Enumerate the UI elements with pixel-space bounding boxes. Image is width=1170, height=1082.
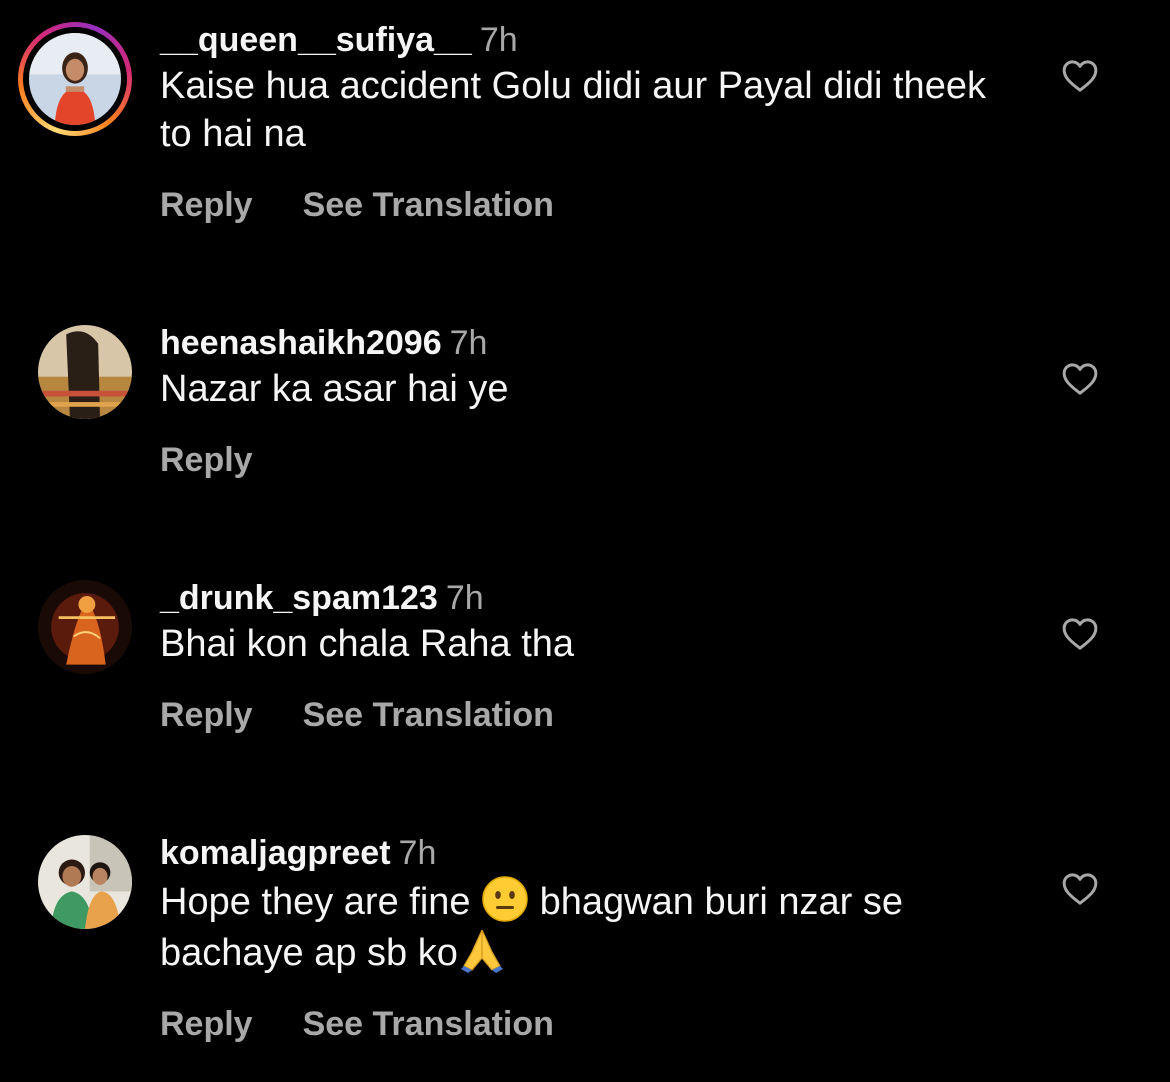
folded-hands-emoji bbox=[458, 926, 506, 974]
comments-list: __queen__sufiya__ 7h Kaise hua accident G… bbox=[0, 0, 1170, 1082]
heart-icon[interactable] bbox=[1060, 869, 1100, 909]
avatar[interactable] bbox=[29, 33, 121, 125]
avatar[interactable] bbox=[38, 580, 132, 674]
comment-text: Nazar ka asar hai ye bbox=[160, 368, 509, 410]
comment-text: Hope they are fine bhagwan buri nzar se … bbox=[160, 875, 1020, 977]
reply-button[interactable]: Reply bbox=[160, 441, 253, 479]
heart-icon[interactable] bbox=[1060, 359, 1100, 399]
avatar-image bbox=[38, 325, 132, 419]
reply-button[interactable]: Reply bbox=[160, 696, 253, 734]
timestamp: 7h bbox=[398, 834, 437, 872]
avatar[interactable] bbox=[38, 325, 132, 419]
neutral-face-emoji bbox=[481, 875, 529, 923]
timestamp: 7h bbox=[479, 21, 518, 59]
avatar[interactable] bbox=[38, 835, 132, 929]
avatar-image bbox=[38, 580, 132, 674]
username[interactable]: komaljagpreet bbox=[160, 834, 391, 872]
see-translation-button[interactable]: See Translation bbox=[303, 1005, 554, 1043]
heart-icon[interactable] bbox=[1060, 56, 1100, 96]
comment-item: _drunk_spam123 7h Bhai kon chala Raha tha… bbox=[0, 570, 1170, 790]
username[interactable]: _drunk_spam123 bbox=[160, 579, 438, 617]
avatar-image bbox=[38, 835, 132, 929]
story-ring[interactable] bbox=[18, 22, 132, 136]
comment-text: Kaise hua accident Golu didi aur Payal d… bbox=[160, 65, 986, 155]
comment-text: Bhai kon chala Raha tha bbox=[160, 623, 575, 665]
see-translation-button[interactable]: See Translation bbox=[303, 186, 554, 224]
timestamp: 7h bbox=[449, 324, 488, 362]
comment-item: komaljagpreet 7h Hope they are fine bhagw… bbox=[0, 825, 1170, 1082]
comment-item: heenashaikh2096 7h Nazar ka asar hai ye R… bbox=[0, 315, 1170, 515]
timestamp: 7h bbox=[445, 579, 484, 617]
comment-item: __queen__sufiya__ 7h Kaise hua accident G… bbox=[0, 0, 1170, 260]
username[interactable]: heenashaikh2096 bbox=[160, 324, 442, 362]
username[interactable]: __queen__sufiya__ bbox=[160, 21, 472, 59]
see-translation-button[interactable]: See Translation bbox=[303, 696, 554, 734]
avatar-image bbox=[29, 33, 121, 125]
reply-button[interactable]: Reply bbox=[160, 1005, 253, 1043]
reply-button[interactable]: Reply bbox=[160, 186, 253, 224]
heart-icon[interactable] bbox=[1060, 614, 1100, 654]
